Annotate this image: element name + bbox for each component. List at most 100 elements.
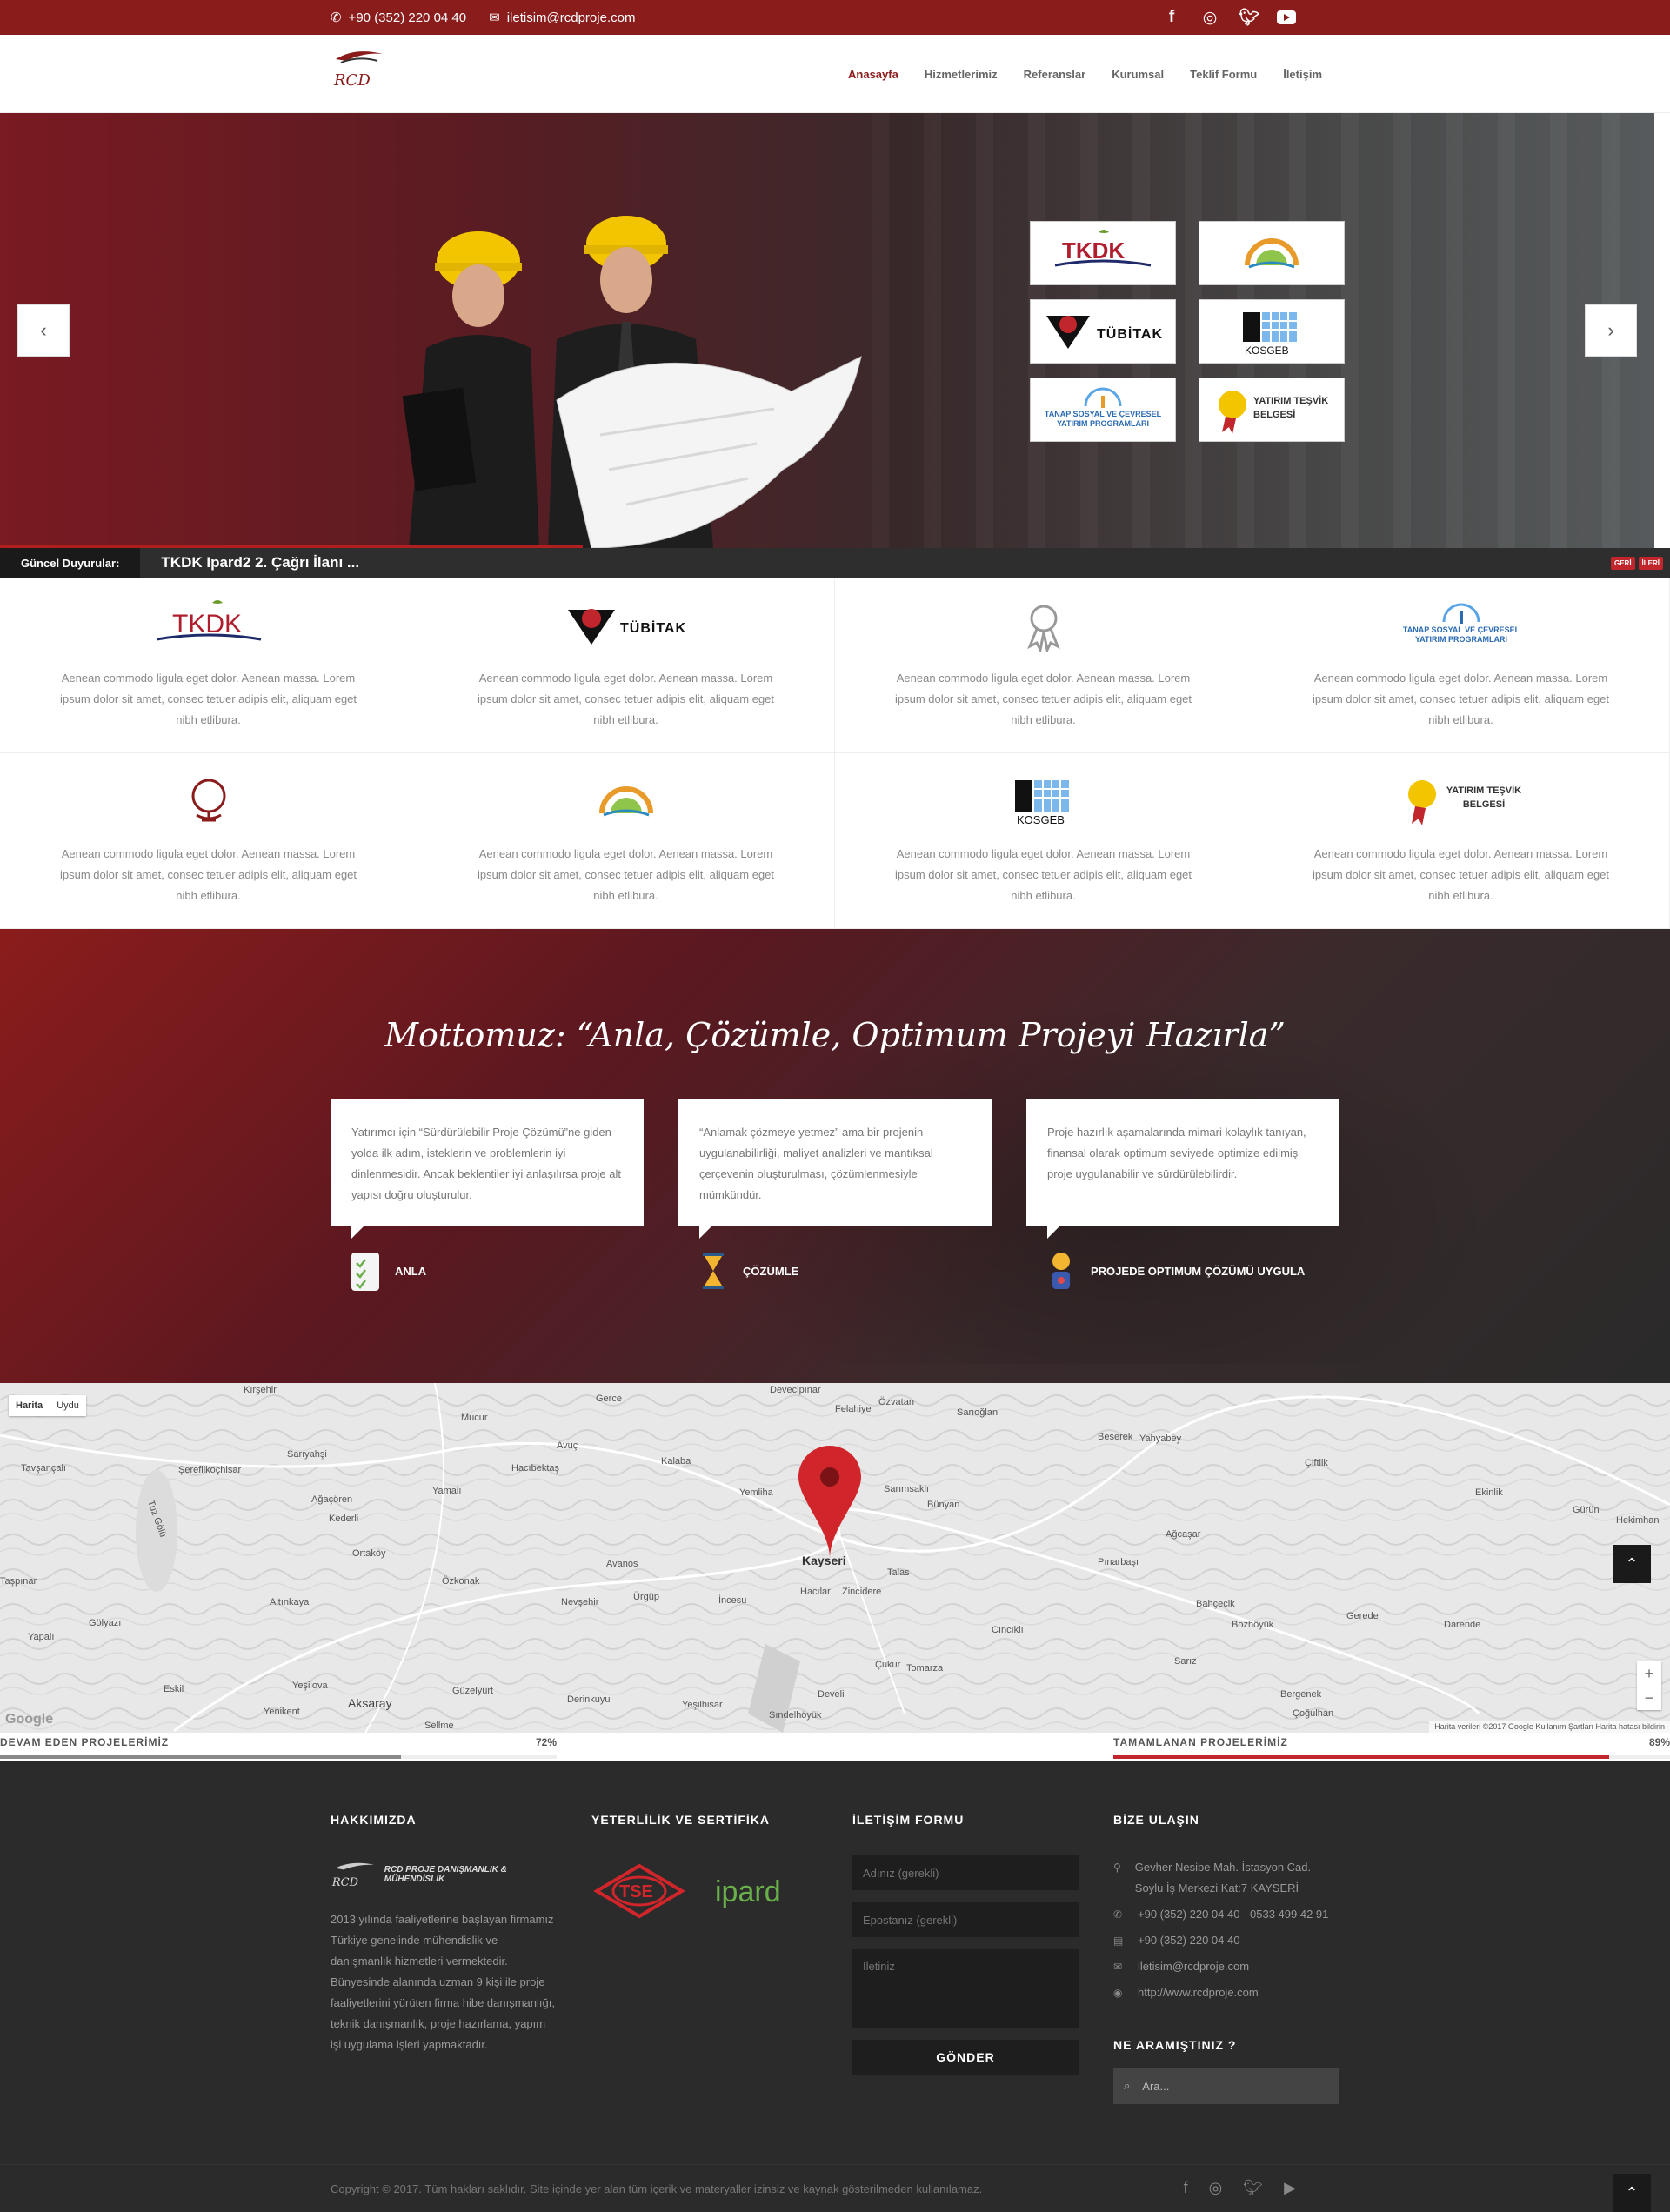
phone-icon: ✆	[331, 10, 342, 25]
map-city: Cıncıklı	[992, 1625, 1024, 1635]
footer-social: f ◎ 🐦︎ ▶	[1184, 2179, 1296, 2197]
top-bar: ✆ +90 (352) 220 04 40 ✉ iletisim@rcdproj…	[0, 0, 1670, 35]
map-city: Gürün	[1573, 1505, 1600, 1515]
site-footer: HAKKIMIZDA RCD RCD PROJE DANIŞMANLIK & M…	[0, 1761, 1670, 2164]
map-city: Hacılar	[800, 1587, 831, 1597]
feature-text: Aenean commodo ligula eget dolor. Aenean…	[59, 672, 357, 726]
hero-logo-tanap: TANAP SOSYAL VE ÇEVRESEL YATIRIM PROGRAM…	[1030, 378, 1176, 442]
ticker-next-button[interactable]: İLERİ	[1638, 556, 1663, 570]
search-box[interactable]: ⌕ Ara...	[1113, 2068, 1339, 2104]
footer-about: HAKKIMIZDA RCD RCD PROJE DANIŞMANLIK & M…	[331, 1813, 557, 2055]
zoom-out-button[interactable]: −	[1637, 1686, 1661, 1710]
motto-title: Mottomuz: “Anla, Çözümle, Optimum Projey…	[384, 1016, 1286, 1054]
footer-form-title: İLETİŞİM FORMU	[852, 1813, 1079, 1841]
submit-button[interactable]: GÖNDER	[852, 2040, 1079, 2075]
map-city: Taşpınar	[0, 1576, 37, 1587]
map-city: Mucur	[461, 1413, 488, 1423]
award-icon	[1026, 605, 1060, 652]
map-tab-map[interactable]: Harita	[9, 1395, 50, 1416]
map-type-tabs: Harita Uydu	[9, 1395, 86, 1416]
twitter-icon[interactable]: 🐦︎	[1239, 7, 1259, 28]
contact-web: ◉ http://www.rcdproje.com	[1113, 1982, 1339, 2003]
twitter-icon[interactable]: 🐦︎	[1243, 2179, 1263, 2197]
name-input[interactable]	[852, 1855, 1079, 1890]
top-phone-text: +90 (352) 220 04 40	[348, 10, 467, 25]
footer-certs-title: YETERLİLİK VE SERTİFİKA	[591, 1813, 818, 1841]
search-icon: ⌕	[1124, 2079, 1131, 2092]
motto-label-anla: ANLA	[348, 1249, 426, 1293]
map-city: Aksaray	[348, 1696, 392, 1710]
progress-label: DEVAM EDEN PROJELERİMİZ	[0, 1736, 170, 1748]
location-pin-icon[interactable]	[798, 1446, 861, 1563]
hero-logo-tkdk: TKDK	[1030, 221, 1176, 285]
map-city: Şereflikoçhisar	[178, 1465, 242, 1475]
nav-kurumsal[interactable]: Kurumsal	[1112, 68, 1164, 81]
feature-tesvik-text: YATIRIM TEŞVİK BELGESİ	[1446, 785, 1521, 810]
ticker-text[interactable]: TKDK Ipard2 2. Çağrı İlanı ...	[161, 554, 359, 571]
project-progress: DEVAM EDEN PROJELERİMİZ 72% TAMAMLANAN P…	[0, 1733, 1670, 1761]
tesvik-logo: YATIRIM TEŞVİK BELGESİ	[1407, 780, 1521, 825]
map-attribution[interactable]: Harita verileri ©2017 Google Kullanım Şa…	[1429, 1721, 1670, 1733]
instagram-icon[interactable]: ◎	[1209, 2179, 1223, 2197]
progress-label: TAMAMLANAN PROJELERİMİZ	[1113, 1736, 1288, 1748]
feature-tesvik: YATIRIM TEŞVİK BELGESİ Aenean commodo li…	[1252, 753, 1670, 929]
hero-logo-tesvik: YATIRIM TEŞVİK BELGESİ	[1199, 378, 1345, 442]
scroll-top-button[interactable]: ⌃	[1613, 1545, 1651, 1583]
footer-search-title: NE ARAMIŞTINIZ ?	[1113, 2038, 1237, 2052]
ticker-prev-button[interactable]: GERİ	[1610, 556, 1635, 570]
nav-teklif-formu[interactable]: Teklif Formu	[1190, 68, 1257, 81]
nav-referanslar[interactable]: Referanslar	[1024, 68, 1086, 81]
contact-web-text[interactable]: http://www.rcdproje.com	[1138, 1982, 1259, 2003]
map-tab-satellite[interactable]: Uydu	[50, 1395, 86, 1416]
footer-about-text: 2013 yılında faaliyetlerine başlayan fir…	[331, 1913, 555, 2051]
feature-tubitak-text: TÜBİTAK	[620, 619, 686, 636]
zoom-in-button[interactable]: +	[1637, 1661, 1661, 1686]
top-contact: ✆ +90 (352) 220 04 40 ✉ iletisim@rcdproj…	[331, 0, 651, 35]
copyright-text: Copyright © 2017. Tüm hakları saklıdır. …	[331, 2182, 983, 2195]
map-city: Yeşilhisar	[682, 1700, 723, 1710]
map-marker-icon: ⚲	[1113, 1861, 1121, 1874]
youtube-icon[interactable]: ▶	[1284, 2179, 1296, 2197]
hero-slider: TKDK TÜBİTAK KOSGEB TANAP SOSYAL VE ÇEVR…	[0, 113, 1654, 548]
map-city: Kederli	[329, 1514, 359, 1524]
scroll-top-button[interactable]: ⌃	[1613, 2174, 1651, 2212]
hero-logo-kosgeb-text: KOSGEB	[1245, 344, 1289, 357]
contact-email-text[interactable]: iletisim@rcdproje.com	[1138, 1956, 1249, 1977]
map-city: Yamalı	[432, 1486, 462, 1496]
site-logo[interactable]: RCD	[329, 43, 390, 96]
map-city: Ağaçören	[311, 1494, 353, 1505]
phone-icon: ✆	[1113, 1908, 1123, 1921]
email-input[interactable]	[852, 1902, 1079, 1937]
map-city: Güzelyurt	[452, 1686, 494, 1696]
instagram-icon[interactable]: ◎	[1200, 8, 1219, 28]
nav-iletisim[interactable]: İletişim	[1283, 68, 1322, 81]
map-city: Kalaba	[661, 1456, 691, 1467]
slider-prev-button[interactable]: ‹	[17, 304, 70, 357]
map-city: Devecipınar	[770, 1385, 821, 1395]
slider-next-button[interactable]: ›	[1585, 304, 1637, 357]
globe-icon: ◉	[1113, 1987, 1123, 1999]
motto-card-cozumle: “Anlamak çözmeye yetmez” ama bir projeni…	[678, 1099, 992, 1239]
motto-label-text: ÇÖZÜMLE	[743, 1264, 799, 1278]
trophy-icon	[1044, 1249, 1079, 1293]
facebook-icon[interactable]: f	[1184, 2179, 1188, 2197]
top-phone[interactable]: ✆ +90 (352) 220 04 40	[331, 10, 467, 26]
contact-phone-text[interactable]: +90 (352) 220 04 40 - 0533 499 42 91	[1138, 1904, 1328, 1925]
top-email[interactable]: ✉ iletisim@rcdproje.com	[489, 10, 635, 26]
nav-anasayfa[interactable]: Anasayfa	[848, 68, 898, 81]
feature-sun: Aenean commodo ligula eget dolor. Aenean…	[418, 753, 835, 929]
feature-tubitak: TÜBİTAK Aenean commodo ligula eget dolor…	[418, 578, 835, 753]
facebook-icon[interactable]: f	[1162, 8, 1181, 27]
ticker-label: Güncel Duyurular:	[0, 548, 141, 578]
nav-hizmetlerimiz[interactable]: Hizmetlerimiz	[925, 68, 998, 81]
map-city: Sarımsaklı	[884, 1484, 929, 1494]
message-input[interactable]	[852, 1949, 1079, 2028]
map-city: Sarıoğlan	[957, 1407, 999, 1418]
footer-contact: BİZE ULAŞIN ⚲ Gevher Nesibe Mah. İstasyon…	[1113, 1813, 1339, 2104]
kosgeb-logo: KOSGEB	[1014, 780, 1069, 826]
youtube-icon[interactable]	[1277, 10, 1296, 24]
google-map[interactable]: Harita Uydu Kırşehir Gerce Devecipınar Ö…	[0, 1383, 1670, 1733]
ticker-controls: GERİ İLERİ	[1610, 556, 1663, 570]
map-city: Bozhöyük	[1232, 1620, 1274, 1630]
motto-card-text: “Anlamak çözmeye yetmez” ama bir projeni…	[699, 1126, 933, 1201]
